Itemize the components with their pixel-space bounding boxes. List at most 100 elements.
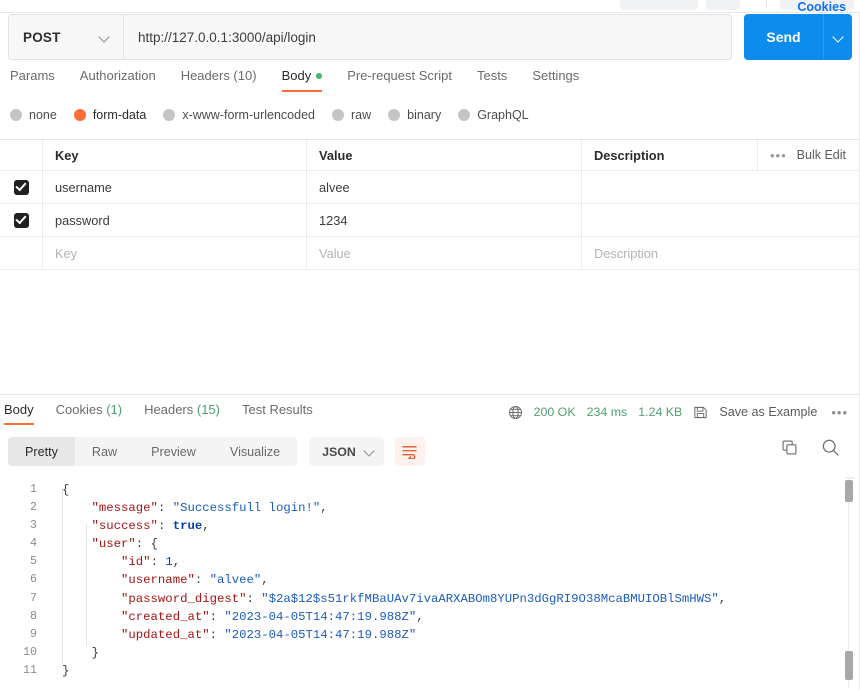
code-token-pun: : [157, 519, 173, 534]
code-line: 8 "created_at": "2023-04-05T14:47:19.988… [0, 608, 726, 626]
response-tab-count: (15) [193, 402, 220, 417]
fold-gutter [46, 535, 62, 553]
scrollbar-thumb-lower[interactable] [845, 651, 853, 680]
header-value-label: Value [319, 147, 353, 163]
body-type-radio-group: none form-data x-www-form-urlencoded raw bin… [10, 108, 546, 122]
body-type-form-data[interactable]: form-data [73, 108, 147, 122]
request-tab-authorization[interactable]: Authorization [80, 68, 156, 92]
table-row[interactable]: username alvee [0, 171, 860, 204]
chevron-down-icon [833, 32, 844, 43]
row-key-cell[interactable]: username [43, 171, 307, 203]
body-type-graphql[interactable]: GraphQL [458, 108, 529, 122]
code-text: "success": true, [62, 517, 726, 535]
row-checkbox-cell [0, 171, 43, 203]
row-key-cell[interactable]: Key [43, 237, 307, 269]
format-tab-visualize[interactable]: Visualize [213, 437, 297, 466]
row-key-text: Key [55, 245, 78, 261]
row-key-text: password [55, 212, 110, 228]
code-text: "username": "alvee", [62, 571, 726, 589]
row-description-cell[interactable] [582, 171, 860, 203]
cookies-link[interactable]: Cookies [797, 0, 846, 14]
request-tab-tests[interactable]: Tests [477, 68, 507, 92]
request-tab-body[interactable]: Body [281, 68, 323, 92]
response-tab-body[interactable]: Body [4, 402, 34, 425]
request-tab-label: Settings [532, 68, 580, 83]
body-type-label: form-data [92, 108, 147, 122]
line-number: 7 [30, 591, 37, 605]
code-token-pun: : [157, 501, 173, 516]
row-key-text: username [55, 179, 112, 195]
scrollbar-thumb-upper[interactable] [845, 480, 853, 502]
globe-icon[interactable] [508, 405, 523, 420]
code-token-pun: , [261, 573, 269, 588]
code-token-str: "2023-04-05T14:47:19.988Z" [224, 609, 417, 624]
row-key-cell[interactable]: password [43, 204, 307, 236]
response-vertical-scrollbar[interactable] [845, 472, 854, 690]
request-tab-headers-10[interactable]: Headers (10) [181, 68, 257, 92]
format-tab-pretty[interactable]: Pretty [8, 437, 75, 466]
save-icon[interactable] [693, 405, 708, 420]
row-checkbox[interactable] [13, 179, 29, 195]
url-text: http://127.0.0.1:3000/api/login [138, 29, 316, 45]
code-line: 1{ [0, 481, 726, 499]
row-value-cell[interactable]: alvee [307, 171, 582, 203]
header-key-label: Key [55, 147, 79, 163]
body-type-binary[interactable]: binary [388, 108, 441, 122]
code-line: 3 "success": true, [0, 517, 726, 535]
line-number: 9 [30, 627, 37, 641]
search-icon[interactable] [821, 438, 840, 457]
code-token-pun: : [194, 573, 210, 588]
body-type-x-www-form-urlencoded[interactable]: x-www-form-urlencoded [163, 108, 315, 122]
row-description-cell[interactable] [582, 204, 860, 236]
request-tab-label: Headers (10) [180, 68, 257, 83]
row-checkbox[interactable] [13, 212, 29, 228]
request-tab-params[interactable]: Params [10, 68, 55, 92]
response-body-viewer[interactable]: 1{2 "message": "Successfull login!", 3 "s… [0, 478, 860, 690]
code-token-key: "message" [62, 501, 158, 516]
word-wrap-toggle[interactable] [394, 437, 425, 466]
body-type-none[interactable]: none [10, 108, 57, 122]
code-text: "created_at": "2023-04-05T14:47:19.988Z"… [62, 608, 726, 626]
url-input[interactable]: http://127.0.0.1:3000/api/login [123, 14, 732, 60]
copy-icon[interactable] [781, 439, 798, 456]
code-token-pun: , [202, 519, 210, 534]
header-check-cell [0, 140, 43, 170]
response-tab-cookies[interactable]: Cookies (1) [56, 402, 122, 425]
code-token-pun: , [172, 555, 181, 570]
save-as-example-button[interactable]: Save as Example [719, 405, 817, 419]
row-value-cell[interactable]: 1234 [307, 204, 582, 236]
scrollbar-top-cap [845, 477, 854, 479]
line-number: 8 [30, 609, 37, 623]
request-tab-pre-request-script[interactable]: Pre-request Script [347, 68, 452, 92]
send-options-button[interactable] [823, 14, 852, 60]
response-tab-headers[interactable]: Headers (15) [144, 402, 220, 425]
response-language-selector[interactable]: JSON [309, 437, 384, 466]
response-tab-test-results[interactable]: Test Results [242, 402, 313, 425]
fold-gutter [46, 481, 62, 499]
code-text: "updated_at": "2023-04-05T14:47:19.988Z" [62, 626, 726, 644]
request-tab-settings[interactable]: Settings [532, 68, 579, 92]
table-row[interactable]: password 1234 [0, 204, 860, 237]
table-row-placeholder[interactable]: Key Value Description [0, 237, 860, 270]
request-url-bar: POST http://127.0.0.1:3000/api/login Sen… [8, 14, 852, 62]
send-button[interactable]: Send [744, 14, 823, 60]
response-tab-label: Headers [144, 402, 194, 417]
format-tab-preview[interactable]: Preview [134, 437, 213, 466]
bulk-edit-button[interactable]: Bulk Edit [797, 148, 846, 162]
format-tab-raw[interactable]: Raw [75, 437, 134, 466]
body-type-raw[interactable]: raw [332, 108, 371, 122]
toolbar-ghost-button-1 [620, 0, 698, 10]
more-options-icon[interactable]: ••• [770, 149, 787, 162]
fold-gutter [46, 517, 62, 535]
row-value-cell[interactable]: Value [307, 237, 582, 269]
fold-gutter [46, 644, 62, 662]
http-method-selector[interactable]: POST [8, 14, 123, 60]
code-token-key: "username" [62, 573, 195, 588]
code-line: 9 "updated_at": "2023-04-05T14:47:19.988… [0, 626, 726, 644]
radio-icon [73, 109, 86, 121]
header-description-label: Description [594, 147, 665, 163]
response-more-options-icon[interactable]: ••• [831, 406, 848, 419]
row-description-cell[interactable]: Description [582, 237, 860, 269]
toolbar-ghost-button-2 [706, 0, 740, 10]
request-tab-label: Pre-request Script [347, 68, 452, 83]
